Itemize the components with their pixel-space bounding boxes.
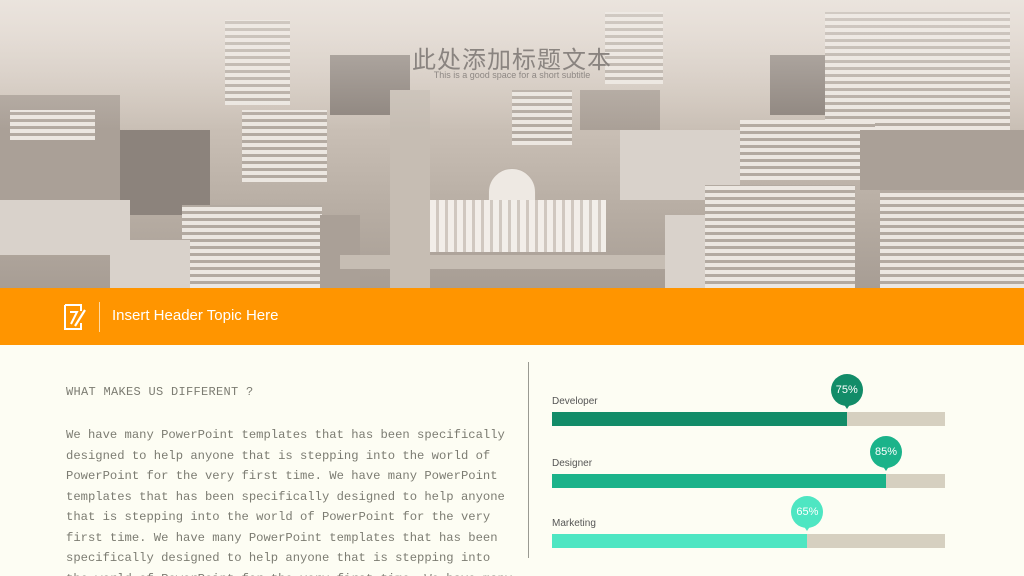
header-topic: Insert Header Topic Here (112, 307, 279, 324)
edit-note-icon (62, 302, 88, 332)
percent-badge: 75% (830, 374, 863, 409)
skill-track (552, 534, 945, 548)
skill-designer: Designer 85% (552, 436, 945, 490)
section-heading: WHAT MAKES US DIFFERENT ? (66, 385, 254, 399)
skill-developer: Developer 75% (552, 374, 945, 428)
header-band: Insert Header Topic Here (0, 288, 1024, 345)
skill-fill (552, 474, 887, 488)
skill-track (552, 474, 945, 488)
skill-fill (552, 412, 847, 426)
skill-label: Developer (552, 396, 598, 407)
header-divider (99, 302, 100, 332)
skill-label: Marketing (552, 518, 596, 529)
page-subtitle: This is a good space for a short subtitl… (433, 70, 591, 80)
column-divider (528, 362, 529, 558)
skill-label: Designer (552, 458, 593, 469)
skill-track (552, 412, 945, 426)
skill-marketing: Marketing 65% (552, 496, 945, 550)
percent-badge: 85% (870, 436, 903, 471)
skill-fill (552, 534, 808, 548)
percent-badge: 65% (791, 496, 824, 531)
body-paragraph: We have many PowerPoint templates that h… (66, 428, 512, 576)
